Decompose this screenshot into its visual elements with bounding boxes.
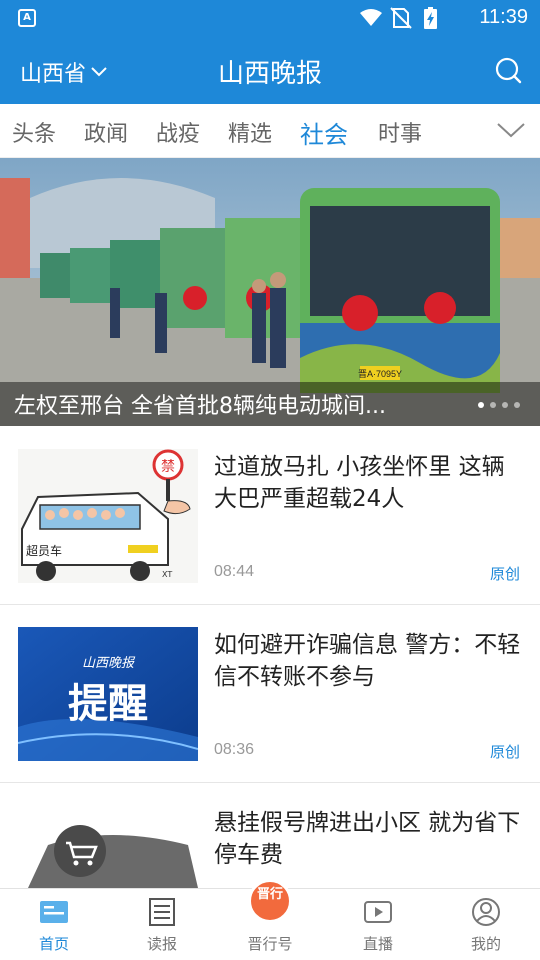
news-time: 08:44 (214, 563, 255, 580)
nav-live[interactable]: 直播 (324, 889, 432, 960)
battery-charging-icon (424, 7, 437, 29)
reminder-text: 提醒 (68, 681, 148, 727)
nav-home[interactable]: 首页 (0, 889, 108, 960)
news-item[interactable]: 悬挂假号牌进出小区 就为省下停车费 (0, 783, 540, 888)
nav-label: 我的 (470, 935, 501, 953)
original-tag: 原创 (489, 565, 520, 583)
news-thumbnail: 超员车 禁 XT (18, 449, 198, 583)
nav-me[interactable]: 我的 (432, 889, 540, 960)
status-time: 11:39 (479, 6, 528, 28)
nav-label: 读报 (146, 935, 177, 953)
artist-signature: XT (162, 570, 172, 579)
status-icons (360, 7, 437, 29)
nav-label: 直播 (362, 935, 393, 953)
wifi-icon (360, 9, 382, 26)
chevron-down-icon (91, 67, 107, 77)
search-icon[interactable] (494, 56, 522, 84)
province-selector[interactable]: 山西省 (20, 56, 108, 88)
bottom-nav: 首页 读报 晋行 晋行号 直播 我的 (0, 879, 540, 960)
status-bar: A 11:39 (0, 0, 540, 36)
play-icon (364, 901, 392, 923)
carousel-indicator (478, 402, 520, 408)
chevron-down-icon[interactable] (496, 118, 526, 142)
news-thumbnail: 山西晚报 提醒 (18, 627, 198, 761)
carousel-dot[interactable] (478, 402, 484, 408)
tab-shehui[interactable]: 社会 (300, 115, 348, 150)
carousel-dot[interactable] (490, 402, 496, 408)
carousel-dot[interactable] (514, 402, 520, 408)
tab-zhengwen[interactable]: 政闻 (84, 116, 128, 148)
app-header: 山西省 山西晚报 (0, 36, 540, 104)
nav-label: 首页 (38, 935, 69, 953)
logo-text: 山西晚报 (82, 656, 136, 671)
nav-label: 晋行号 (247, 935, 293, 953)
app-notification-icon: A (18, 9, 36, 27)
jinxing-badge-icon: 晋行 (248, 879, 292, 923)
original-tag: 原创 (489, 743, 520, 761)
license-plate: 晋A·7095Y (358, 369, 402, 379)
channel-tabs: 头条 政闻 战疫 精选 社会 时事 (0, 104, 540, 158)
no-sim-icon (390, 7, 412, 29)
tab-zhanyi[interactable]: 战疫 (156, 116, 200, 148)
newspaper-icon (149, 898, 175, 926)
news-time: 08:36 (214, 741, 255, 758)
user-icon (472, 898, 500, 926)
home-news-icon (40, 901, 68, 923)
tab-jingxuan[interactable]: 精选 (228, 116, 272, 148)
province-label: 山西省 (20, 62, 87, 87)
tab-toutiao[interactable]: 头条 (12, 116, 56, 148)
news-item[interactable]: 山西晚报 提醒 如何避开诈骗信息 警方：不轻信不转账不参与 08:36 原创 (0, 605, 540, 783)
news-title[interactable]: 悬挂假号牌进出小区 就为省下停车费 (214, 807, 524, 871)
bus-label: 超员车 (26, 543, 62, 558)
news-thumbnail (18, 805, 198, 888)
top-bar: A 11:39 山西省 山西晚报 (0, 0, 540, 104)
headline-carousel[interactable]: 晋A·7095Y 左权至邢台 全省首批8辆纯电动城间... (0, 158, 540, 426)
carousel-dot[interactable] (502, 402, 508, 408)
tab-shishi[interactable]: 时事 (378, 116, 422, 148)
banner-caption: 左权至邢台 全省首批8辆纯电动城间... (14, 394, 386, 419)
news-title[interactable]: 过道放马扎 小孩坐怀里 这辆大巴严重超载24人 (214, 451, 524, 515)
nav-read-paper[interactable]: 读报 (108, 889, 216, 960)
news-title[interactable]: 如何避开诈骗信息 警方：不轻信不转账不参与 (214, 629, 524, 693)
forbid-sign-text: 禁 (161, 459, 175, 475)
news-item[interactable]: 超员车 禁 XT 过道放马扎 小孩坐怀里 这辆大巴严重超载24人 08:44 原… (0, 427, 540, 605)
nav-jinxing[interactable]: 晋行 晋行号 (216, 879, 324, 960)
banner-caption-bar: 左权至邢台 全省首批8辆纯电动城间... (0, 382, 540, 426)
